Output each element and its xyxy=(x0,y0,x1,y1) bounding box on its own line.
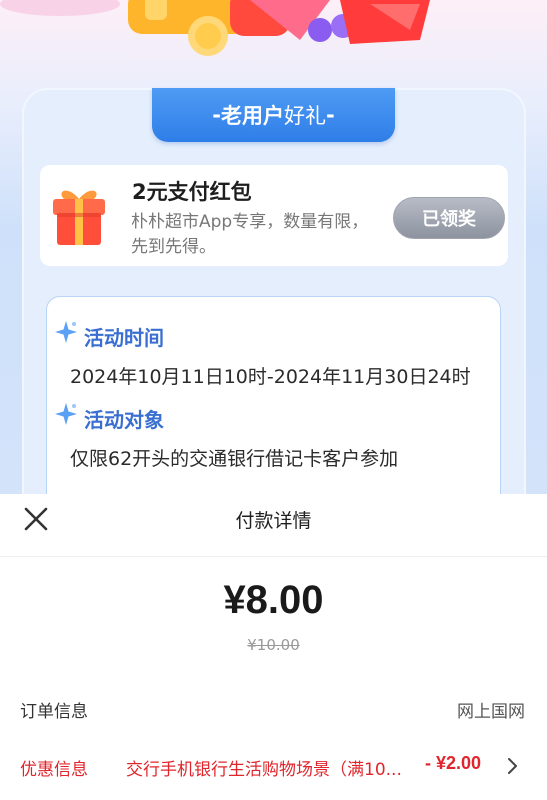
chevron-right-icon[interactable] xyxy=(506,757,518,775)
header-title-bold: 老用户 xyxy=(221,104,284,128)
header-dash-left: - xyxy=(212,103,221,127)
payment-amount: ¥8.00 xyxy=(223,578,324,622)
claimed-button[interactable]: 已领奖 xyxy=(393,197,505,239)
order-info-value: 网上国网 xyxy=(457,702,525,722)
decorative-banner-art xyxy=(0,0,430,56)
activity-target-title: 活动对象 xyxy=(84,408,164,432)
discount-label[interactable]: 优惠信息 xyxy=(20,755,88,780)
gift-icon xyxy=(53,190,105,245)
discount-description[interactable]: 交行手机银行生活购物场景（满10... xyxy=(126,755,422,780)
promo-header: - 老用户 好礼 - xyxy=(152,88,395,142)
sheet-title: 付款详情 xyxy=(235,510,312,532)
sparkle-icon xyxy=(55,321,77,343)
activity-time-value: 2024年10月11日10时-2024年11月30日24时 xyxy=(70,366,471,388)
original-amount: ¥10.00 xyxy=(247,636,300,654)
order-info-label: 订单信息 xyxy=(20,702,88,722)
activity-target-value: 仅限62开头的交通银行借记卡客户参加 xyxy=(70,448,399,470)
activity-time-title: 活动时间 xyxy=(84,326,164,350)
header-title-thin: 好礼 xyxy=(284,104,326,128)
sparkle-icon xyxy=(55,403,77,425)
reward-title: 2元支付红包 xyxy=(132,180,252,204)
reward-description: 朴朴超市App专享，数量有限，先到先得。 xyxy=(131,212,369,257)
sheet-divider xyxy=(0,556,547,557)
header-dash-right: - xyxy=(326,103,335,127)
discount-value[interactable]: - ¥2.00 xyxy=(425,753,481,774)
